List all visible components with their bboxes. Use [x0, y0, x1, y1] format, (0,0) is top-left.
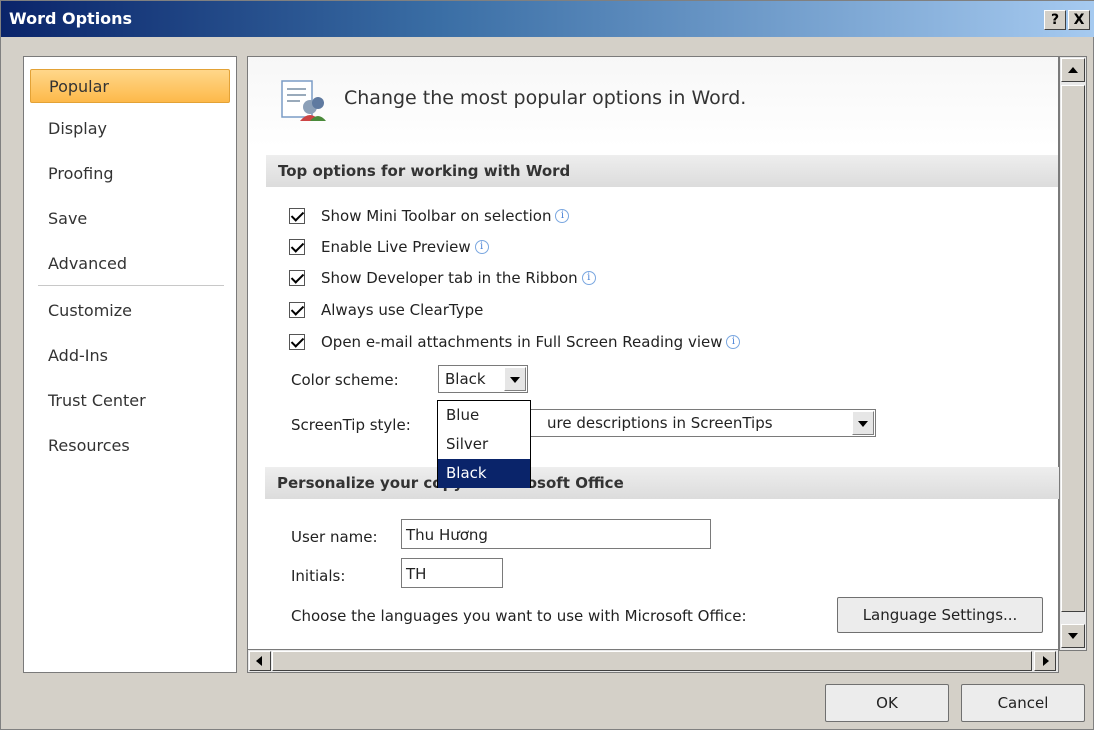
option-label: Show Mini Toolbar on selection — [321, 207, 552, 225]
option-live-preview[interactable]: Enable Live Preview i — [289, 235, 489, 259]
word-options-dialog: Word Options ? X Popular Display Proofin… — [0, 0, 1094, 730]
chevron-down-icon[interactable] — [852, 411, 874, 435]
initials-field[interactable]: TH — [401, 558, 503, 588]
nav-divider — [38, 285, 224, 286]
language-settings-label: Language Settings... — [862, 606, 1018, 624]
option-cleartype[interactable]: Always use ClearType — [289, 298, 483, 322]
info-icon: i — [726, 335, 741, 349]
vertical-scroll-thumb[interactable] — [1061, 85, 1085, 612]
section-top-options: Top options for working with Word — [266, 155, 1058, 187]
nav-item-resources[interactable]: Resources — [30, 429, 230, 463]
option-label: Enable Live Preview — [321, 238, 471, 256]
nav-item-add-ins[interactable]: Add-Ins — [30, 339, 230, 373]
title-bar: Word Options ? X — [1, 1, 1094, 37]
header-area: Change the most popular options in Word. — [248, 57, 1058, 147]
ok-label: OK — [876, 694, 898, 712]
help-button[interactable]: ? — [1044, 10, 1066, 30]
initials-label: Initials: — [291, 567, 346, 585]
nav-item-popular[interactable]: Popular — [30, 69, 230, 103]
checkbox-developer-tab[interactable] — [289, 270, 305, 286]
ok-button[interactable]: OK — [825, 684, 949, 722]
user-name-field[interactable]: Thu Hương — [401, 519, 711, 549]
nav-item-display[interactable]: Display — [30, 112, 230, 146]
option-label: Open e-mail attachments in Full Screen R… — [321, 333, 723, 351]
option-label: Show Developer tab in the Ribbon — [321, 269, 578, 287]
initials-value: TH — [406, 565, 427, 583]
dropdown-option-silver[interactable]: Silver — [438, 430, 530, 459]
option-full-screen-reading[interactable]: Open e-mail attachments in Full Screen R… — [289, 330, 741, 354]
screentip-value: ure descriptions in ScreenTips — [547, 414, 773, 432]
window-title: Word Options — [9, 9, 133, 28]
checkbox-live-preview[interactable] — [289, 239, 305, 255]
languages-text: Choose the languages you want to use wit… — [291, 607, 747, 625]
info-icon: i — [474, 240, 489, 254]
close-button[interactable]: X — [1068, 10, 1090, 30]
color-scheme-label: Color scheme: — [291, 371, 399, 389]
horizontal-scroll-thumb[interactable] — [272, 651, 1032, 671]
nav-item-customize[interactable]: Customize — [30, 294, 230, 328]
checkbox-full-screen-reading[interactable] — [289, 334, 305, 350]
scroll-left-button[interactable] — [249, 651, 271, 671]
option-label: Always use ClearType — [321, 301, 484, 319]
nav-item-trust-center[interactable]: Trust Center — [30, 384, 230, 418]
popular-options-icon — [281, 80, 326, 121]
checkbox-mini-toolbar[interactable] — [289, 208, 305, 224]
screentip-label: ScreenTip style: — [291, 416, 411, 434]
scroll-up-button[interactable] — [1061, 58, 1085, 82]
vertical-scrollbar[interactable] — [1059, 56, 1087, 651]
scroll-down-button[interactable] — [1061, 624, 1085, 648]
cancel-label: Cancel — [997, 694, 1049, 712]
dropdown-option-black[interactable]: Black — [438, 459, 530, 488]
color-scheme-dropdown-list: Blue Silver Black — [437, 400, 531, 488]
checkbox-cleartype[interactable] — [289, 302, 305, 318]
language-settings-button[interactable]: Language Settings... — [837, 597, 1043, 633]
chevron-down-icon[interactable] — [504, 367, 526, 391]
option-mini-toolbar[interactable]: Show Mini Toolbar on selection i — [289, 204, 570, 228]
header-title: Change the most popular options in Word. — [344, 87, 747, 109]
nav-item-save[interactable]: Save — [30, 202, 230, 236]
options-nav: Popular Display Proofing Save Advanced C… — [23, 56, 237, 673]
option-developer-tab[interactable]: Show Developer tab in the Ribbon i — [289, 266, 596, 290]
cancel-button[interactable]: Cancel — [961, 684, 1085, 722]
color-scheme-select[interactable]: Black — [438, 365, 528, 393]
section-personalize: Personalize your copy of Microsoft Offic… — [265, 467, 1059, 499]
scroll-right-button[interactable] — [1034, 651, 1056, 671]
info-icon: i — [581, 271, 596, 285]
dropdown-option-blue[interactable]: Blue — [438, 401, 530, 430]
user-name-value: Thu Hương — [406, 526, 488, 544]
color-scheme-value: Black — [445, 370, 486, 388]
info-icon: i — [555, 209, 570, 223]
nav-item-proofing[interactable]: Proofing — [30, 157, 230, 191]
user-name-label: User name: — [291, 528, 378, 546]
horizontal-scrollbar[interactable] — [247, 649, 1059, 673]
nav-item-advanced[interactable]: Advanced — [30, 247, 230, 281]
